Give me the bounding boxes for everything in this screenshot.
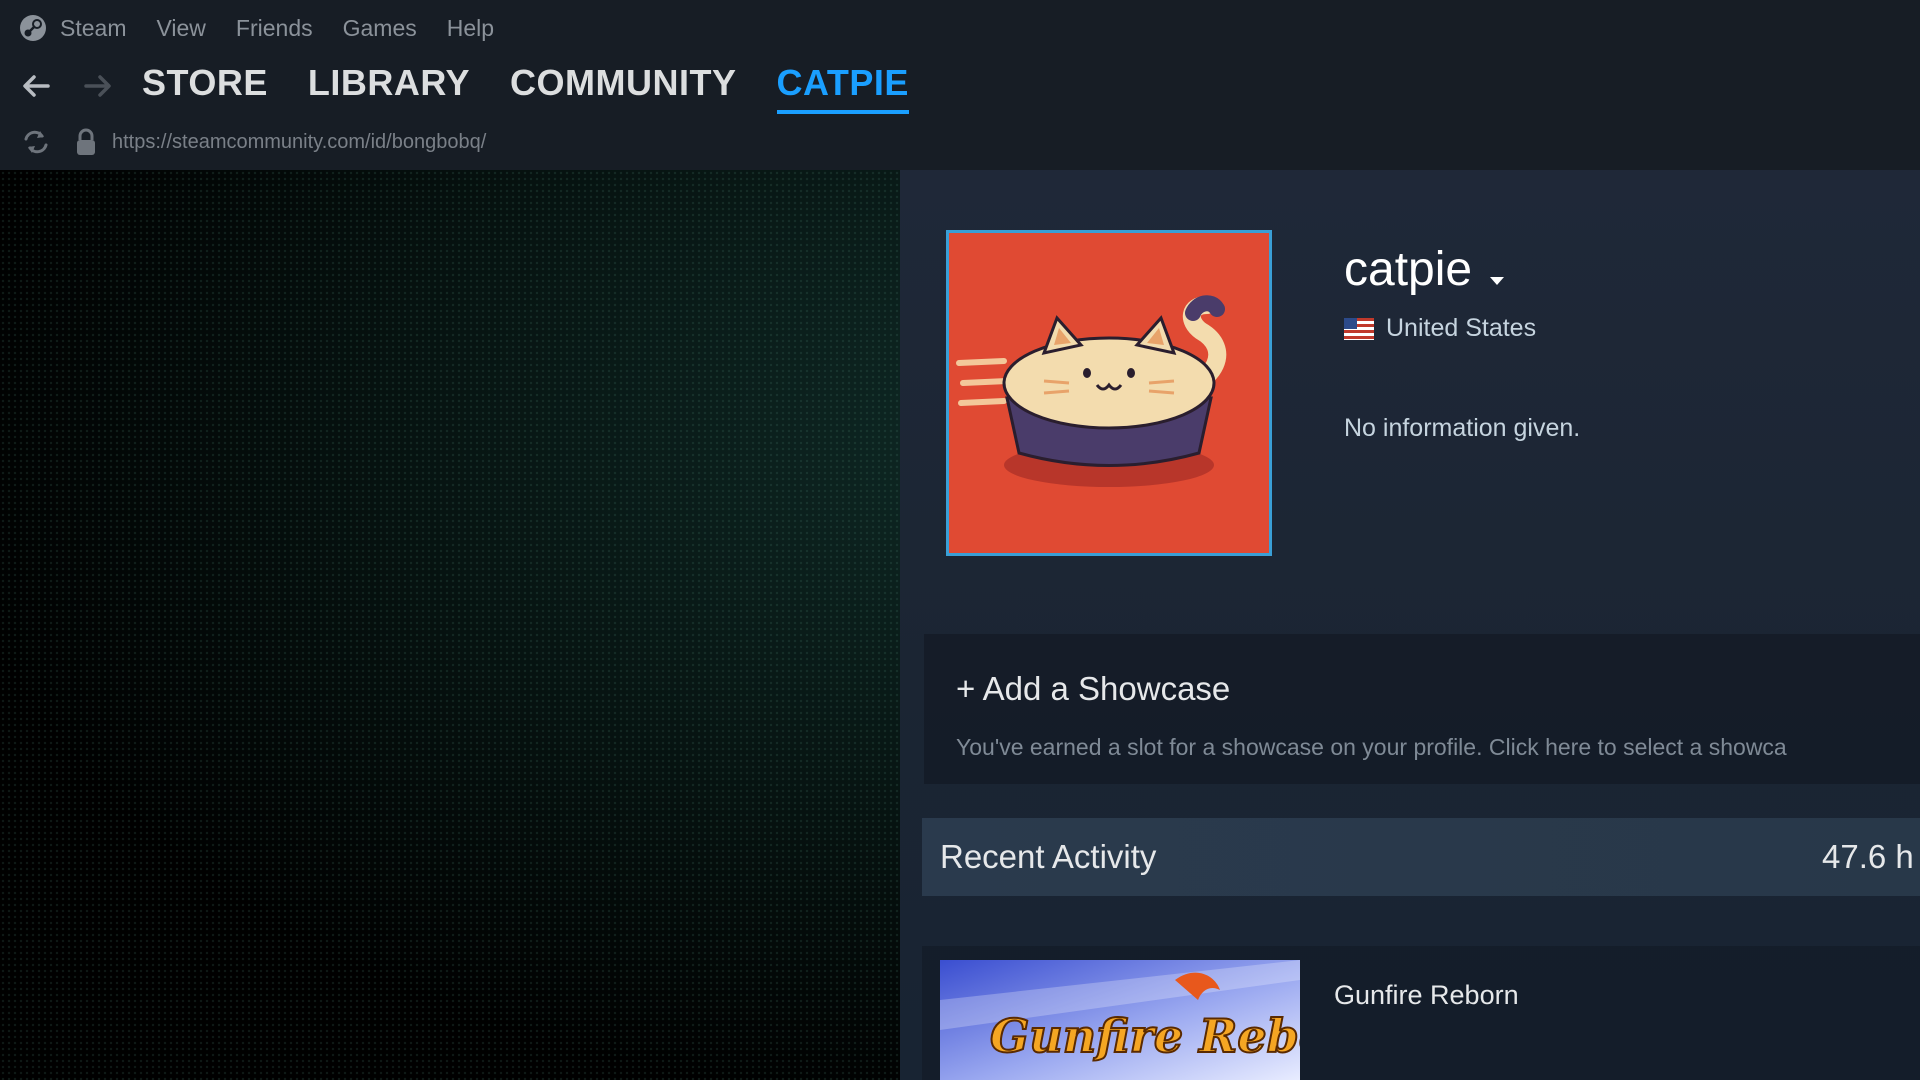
menu-help[interactable]: Help <box>447 15 494 42</box>
tab-profile[interactable]: CATPIE <box>776 62 910 114</box>
tab-library[interactable]: LIBRARY <box>308 62 470 110</box>
menu-steam[interactable]: Steam <box>60 15 126 42</box>
menu-games[interactable]: Games <box>343 15 417 42</box>
cat-pie-avatar-icon <box>949 233 1269 553</box>
steam-logo-icon[interactable] <box>18 13 48 43</box>
game-capsule-image[interactable]: Gunfire Reborn <box>940 960 1300 1080</box>
url-text[interactable]: https://steamcommunity.com/id/bongbobq/ <box>112 131 486 154</box>
location-text: United States <box>1386 314 1537 342</box>
add-showcase-title[interactable]: + Add a Showcase <box>956 670 1230 708</box>
lock-icon <box>77 128 95 155</box>
forward-button[interactable] <box>80 68 116 104</box>
reload-icon[interactable] <box>18 127 54 157</box>
capsule-title: Gunfire Reborn <box>990 1009 1300 1063</box>
recent-activity-header: Recent Activity 47.6 h <box>922 818 1920 896</box>
back-button[interactable] <box>18 68 54 104</box>
arrow-left-icon <box>23 75 50 97</box>
recent-activity-title: Recent Activity <box>940 838 1157 875</box>
menu-view[interactable]: View <box>156 15 205 42</box>
tab-community[interactable]: COMMUNITY <box>510 62 736 110</box>
chevron-down-icon[interactable] <box>1488 274 1506 288</box>
add-showcase-panel[interactable]: + Add a Showcase You've earned a slot fo… <box>924 634 1920 784</box>
menu-friends[interactable]: Friends <box>236 15 313 42</box>
url-bar: https://steamcommunity.com/id/bongbobq/ <box>18 124 486 160</box>
profile-panel: catpie United States No information give… <box>900 170 1920 1080</box>
persona-name: catpie <box>1344 243 1473 296</box>
tab-store[interactable]: STORE <box>142 62 268 110</box>
avatar[interactable] <box>946 230 1272 556</box>
navbar: STORE LIBRARY COMMUNITY CATPIE <box>18 58 949 114</box>
menubar: Steam View Friends Games Help <box>18 10 524 46</box>
recent-activity-hours: 47.6 h <box>1822 838 1914 875</box>
arrow-right-icon <box>84 75 111 97</box>
add-showcase-description[interactable]: You've earned a slot for a showcase on y… <box>956 734 1787 761</box>
gunfire-reborn-capsule-icon: Gunfire Reborn <box>940 960 1300 1080</box>
game-name[interactable]: Gunfire Reborn <box>1334 980 1519 1011</box>
recent-game-row[interactable]: Gunfire Reborn Gunfire Reborn <box>922 946 1920 1080</box>
profile-summary: No information given. <box>1344 414 1581 442</box>
steam-client-chrome: Steam View Friends Games Help STORE LIBR… <box>0 0 1920 170</box>
us-flag-icon <box>1344 317 1374 340</box>
profile-location: United States <box>1344 314 1536 343</box>
